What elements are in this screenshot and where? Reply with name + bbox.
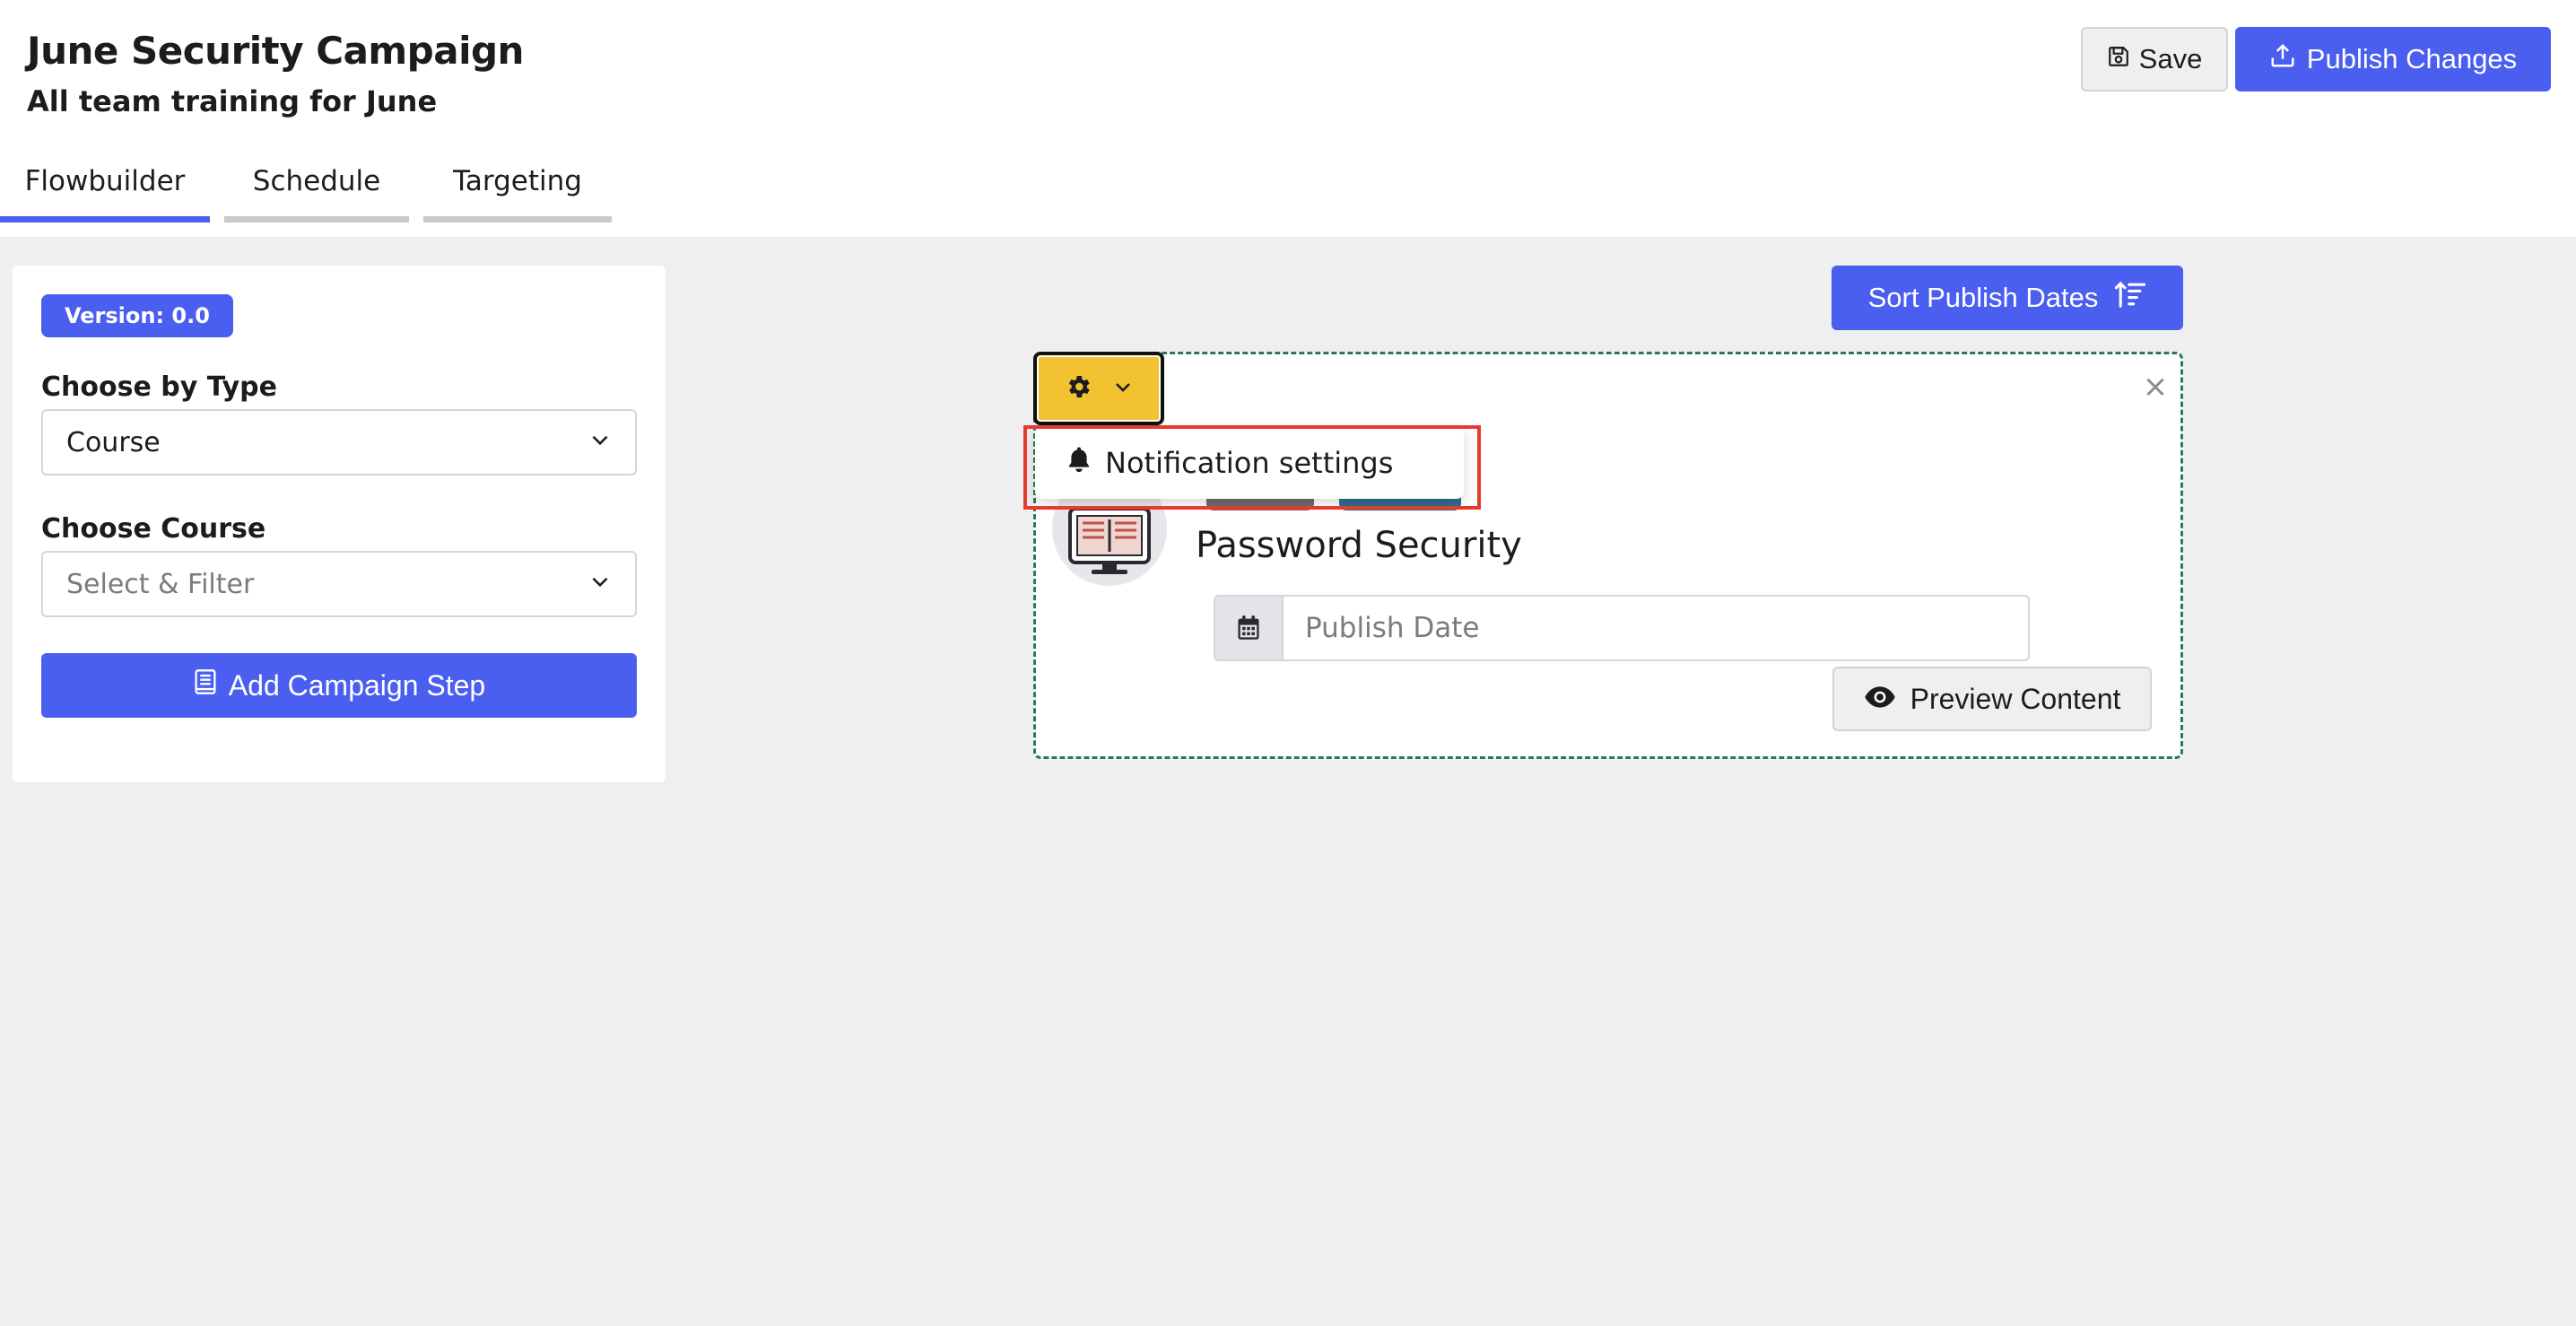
floppy-disk-icon: [2107, 43, 2130, 75]
tab-label: Flowbuilder: [24, 165, 186, 197]
calendar-icon[interactable]: [1214, 595, 1282, 661]
tab-schedule[interactable]: Schedule: [224, 158, 409, 222]
preview-content-label: Preview Content: [1910, 682, 2121, 715]
step-builder-panel: Version: 0.0 Choose by Type Course Choos…: [13, 266, 666, 782]
chevron-down-icon: [588, 427, 612, 458]
course-label: Choose Course: [41, 513, 266, 545]
notification-settings-label: Notification settings: [1105, 446, 1394, 480]
bell-icon: [1066, 445, 1092, 481]
book-icon: [193, 668, 218, 702]
chevron-down-icon: [588, 569, 612, 600]
publish-date-input[interactable]: [1282, 595, 2030, 661]
sort-publish-dates-button[interactable]: Sort Publish Dates: [1832, 266, 2183, 330]
publish-date-group: [1214, 595, 2030, 661]
tab-targeting[interactable]: Targeting: [423, 158, 612, 222]
version-badge: Version: 0.0: [41, 294, 233, 337]
add-campaign-step-button[interactable]: Add Campaign Step: [41, 653, 637, 718]
notification-settings-menu-item[interactable]: Notification settings: [1035, 427, 1464, 499]
close-icon[interactable]: ×: [2137, 369, 2173, 405]
page-subtitle: All team training for June: [27, 84, 438, 118]
step-settings-dropdown-toggle[interactable]: [1033, 352, 1164, 425]
gear-icon: [1064, 372, 1092, 405]
page-header: June Security Campaign All team training…: [0, 0, 2576, 237]
upload-icon: [2269, 42, 2296, 76]
tab-label: Targeting: [453, 165, 582, 197]
course-title: Password Security: [1196, 525, 1522, 566]
add-campaign-step-label: Add Campaign Step: [228, 668, 486, 702]
chevron-down-icon: [1112, 376, 1134, 401]
eye-icon: [1864, 683, 1896, 716]
sort-publish-dates-label: Sort Publish Dates: [1867, 282, 2099, 313]
page-title: June Security Campaign: [27, 29, 524, 73]
save-button-label: Save: [2138, 43, 2203, 74]
publish-changes-button[interactable]: Publish Changes: [2235, 27, 2551, 92]
course-select-placeholder: Select & Filter: [66, 568, 255, 600]
sort-icon: [2114, 280, 2146, 316]
type-select[interactable]: Course: [41, 409, 637, 475]
tab-flowbuilder[interactable]: Flowbuilder: [0, 158, 210, 222]
type-select-value: Course: [66, 426, 161, 458]
course-select[interactable]: Select & Filter: [41, 551, 637, 617]
publish-changes-label: Publish Changes: [2306, 43, 2518, 74]
save-button[interactable]: Save: [2081, 27, 2228, 92]
campaign-step-card: × Password Security Publish Date Preview…: [1033, 352, 2183, 759]
tab-label: Schedule: [252, 165, 381, 197]
preview-content-button[interactable]: Preview Content: [1832, 667, 2152, 731]
type-label: Choose by Type: [41, 371, 277, 403]
